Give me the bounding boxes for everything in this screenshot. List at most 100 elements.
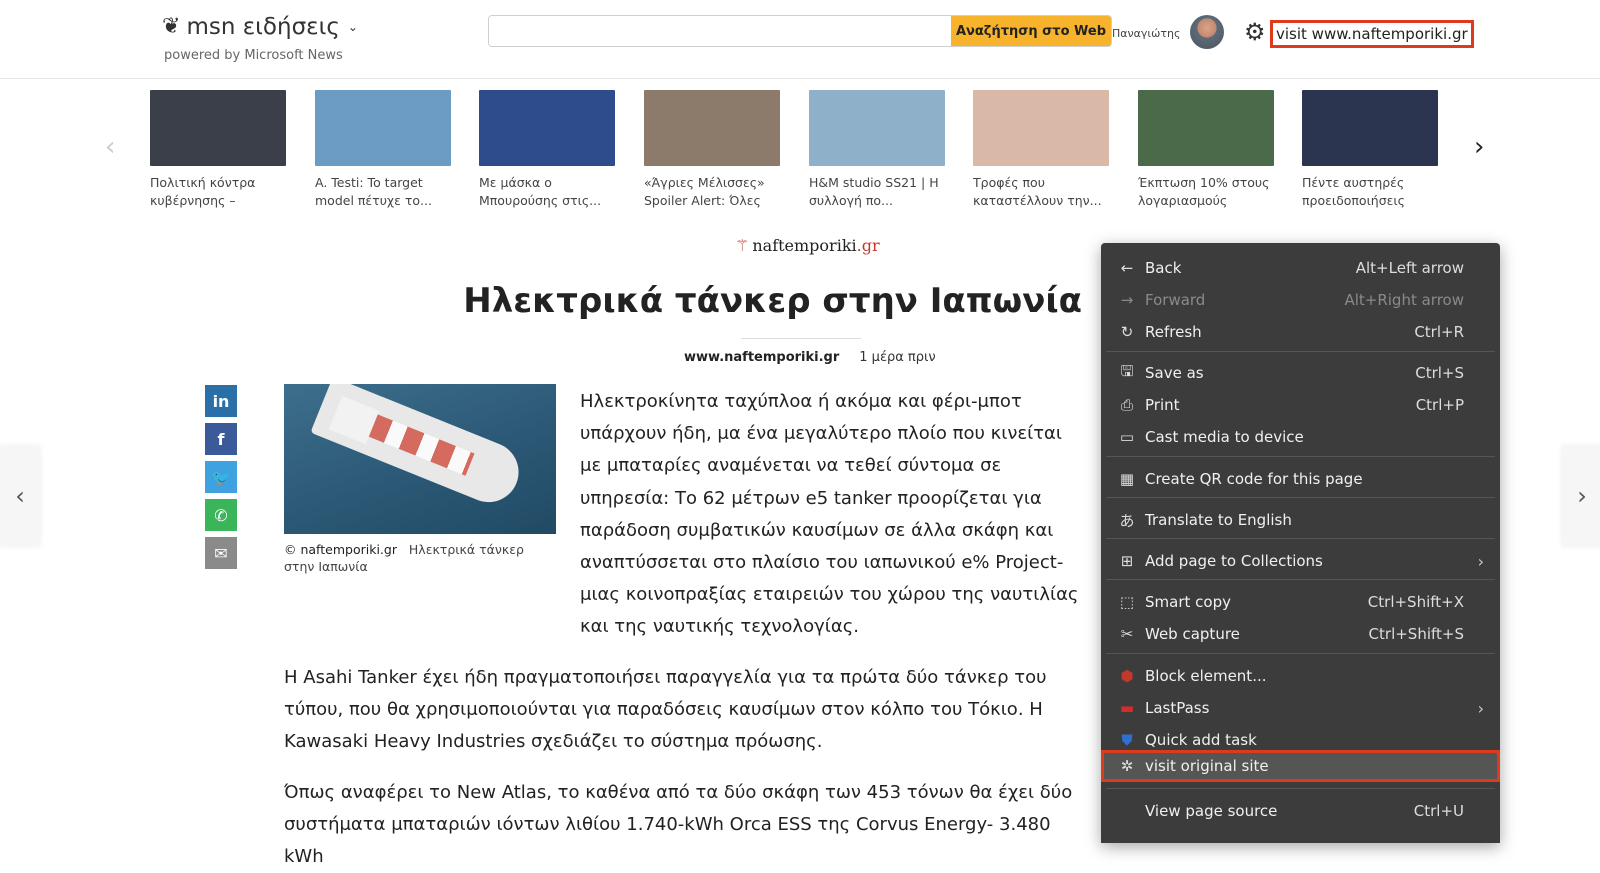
menu-item-label: Cast media to device [1145, 428, 1304, 446]
collections-icon: ⊞ [1120, 552, 1134, 570]
menu-item-shortcut: Ctrl+U [1413, 802, 1464, 820]
carousel-thumbnail [973, 90, 1109, 166]
carousel-thumbnail [1138, 90, 1274, 166]
submenu-chevron-icon: › [1477, 698, 1484, 718]
menu-item-label: View page source [1145, 802, 1278, 820]
web-capture-icon: ✂ [1120, 625, 1134, 643]
visit-site-link[interactable]: visit www.naftemporiki.gr [1270, 20, 1474, 48]
menu-item-view-source[interactable]: View page source Ctrl+U [1101, 796, 1500, 826]
powered-by: powered by Microsoft News [164, 48, 343, 63]
menu-item-shortcut: Ctrl+P [1415, 396, 1464, 414]
menu-item-print[interactable]: ⎙ Print Ctrl+P [1101, 390, 1500, 420]
carousel-thumbnail [1302, 90, 1438, 166]
carousel-caption: Με μάσκα ο Μπουρούσης στις... [479, 175, 602, 208]
carousel-item[interactable]: Τροφές που καταστέλλουν την... [973, 90, 1109, 210]
chevron-down-icon[interactable]: ⌄ [348, 20, 358, 34]
web-search-button[interactable]: Αναζήτηση στο Web [951, 16, 1111, 46]
menu-separator [1106, 579, 1495, 580]
gear-icon[interactable]: ⚙ [1244, 20, 1266, 44]
source-logo-tld: .gr [856, 236, 880, 255]
menu-item-shortcut: Alt+Left arrow [1355, 259, 1464, 277]
email-share-icon[interactable]: ✉ [205, 537, 237, 569]
linkedin-share-icon[interactable]: in [205, 385, 237, 417]
carousel-item[interactable]: Έκπτωση 10% στους λογαριασμούς όσων... [1138, 90, 1274, 210]
image-caption: © naftemporiki.gr Ηλεκτρικά τάνκερ στην … [284, 541, 554, 575]
carousel-thumbnail [809, 90, 945, 166]
menu-item-save-as[interactable]: 🖫 Save as Ctrl+S [1101, 358, 1500, 388]
twitter-share-icon[interactable]: 🐦 [205, 461, 237, 493]
article-paragraph: Όπως αναφέρει το New Atlas, το καθένα απ… [284, 782, 1073, 867]
carousel-item[interactable]: H&M studio SS21 | Η συλλογή πο... [809, 90, 945, 210]
carousel-item[interactable]: A. Testi: To target model πέτυχε το... [315, 90, 451, 210]
lastpass-icon: ▬ [1119, 699, 1135, 717]
menu-item-translate[interactable]: あ Translate to English [1101, 505, 1500, 535]
search-input[interactable] [489, 16, 951, 46]
carousel-item[interactable]: Με μάσκα ο Μπουρούσης στις... [479, 90, 615, 210]
cast-icon: ▭ [1119, 428, 1135, 446]
menu-item-label: LastPass [1145, 699, 1210, 717]
source-logo[interactable]: ⚚ naftemporiki.gr [735, 236, 880, 255]
carousel-caption: Πέντε αυστηρές προειδοποιήσεις από... [1302, 175, 1405, 208]
chevron-right-icon[interactable]: › [1474, 132, 1484, 162]
previous-article-button[interactable]: ‹ [0, 446, 40, 546]
chevron-left-icon[interactable]: ‹ [105, 132, 115, 162]
carousel-item[interactable]: Πέντε αυστηρές προειδοποιήσεις από... [1302, 90, 1438, 210]
menu-item-label: Forward [1145, 291, 1206, 309]
save-icon: 🖫 [1120, 361, 1134, 380]
menu-item-block-element[interactable]: ⬢ Block element... [1101, 661, 1500, 691]
msn-logo[interactable]: ❦ msn ειδήσεις ⌄ [162, 14, 358, 40]
smart-copy-icon: ⬚ [1119, 593, 1135, 611]
avatar[interactable] [1190, 15, 1224, 49]
page-title: Ηλεκτρικά τάνκερ στην Ιαπωνία [463, 281, 1082, 321]
brand-name: msn ειδήσεις [186, 14, 340, 40]
menu-item-shortcut: Ctrl+Shift+S [1368, 625, 1464, 643]
menu-item-back[interactable]: ← Back Alt+Left arrow [1101, 253, 1500, 283]
article-source[interactable]: www.naftemporiki.gr [684, 350, 839, 365]
carousel-item[interactable]: «Άγριες Μέλισσες» Spoiler Alert: Όλες οι… [644, 90, 780, 210]
carousel-caption: H&M studio SS21 | Η συλλογή πο... [809, 175, 939, 208]
facebook-share-icon[interactable]: f [205, 423, 237, 455]
menu-item-forward[interactable]: → Forward Alt+Right arrow [1101, 285, 1500, 315]
carousel-thumbnail [315, 90, 451, 166]
context-menu: ← Back Alt+Left arrow → Forward Alt+Righ… [1101, 243, 1500, 843]
menu-item-smart-copy[interactable]: ⬚ Smart copy Ctrl+Shift+X [1101, 587, 1500, 617]
submenu-chevron-icon: › [1477, 551, 1484, 571]
menu-item-collections[interactable]: ⊞ Add page to Collections › [1101, 546, 1500, 576]
menu-separator [1106, 497, 1495, 498]
forward-arrow-icon: → [1120, 291, 1134, 309]
article-image[interactable] [284, 384, 556, 534]
extension-icon: ✲ [1120, 757, 1134, 775]
carousel-caption: Τροφές που καταστέλλουν την... [973, 175, 1102, 208]
byline: www.naftemporiki.gr 1 μέρα πριν [684, 350, 936, 365]
menu-separator [1106, 351, 1495, 352]
carousel-item[interactable]: Πολιτική κόντρα κυβέρνησης – ΣΥΡΙΖΑ... [150, 90, 286, 210]
menu-item-shortcut: Ctrl+Shift+X [1367, 593, 1464, 611]
ublock-icon: ⬢ [1120, 667, 1134, 685]
menu-item-label: Back [1145, 259, 1182, 277]
next-article-button[interactable]: › [1562, 446, 1600, 546]
menu-item-label: Add page to Collections [1145, 552, 1323, 570]
carousel-thumbnail [479, 90, 615, 166]
article-paragraph: Η Asahi Tanker έχει ήδη πραγματοποιήσει … [284, 667, 1047, 752]
carousel-thumbnail [644, 90, 780, 166]
title-divider [741, 338, 861, 339]
menu-item-label: Web capture [1145, 625, 1240, 643]
task-shield-icon: ⛊ [1121, 731, 1133, 749]
menu-item-lastpass[interactable]: ▬ LastPass › [1101, 693, 1500, 723]
menu-item-label: Refresh [1145, 323, 1202, 341]
print-icon: ⎙ [1120, 396, 1133, 414]
menu-item-shortcut: Ctrl+S [1415, 364, 1464, 382]
menu-item-label: Create QR code for this page [1145, 470, 1363, 488]
menu-item-qr-code[interactable]: ▦ Create QR code for this page [1101, 464, 1500, 494]
whatsapp-share-icon[interactable]: ✆ [205, 499, 237, 531]
user-name[interactable]: Παναγιώτης [1112, 27, 1180, 40]
menu-item-web-capture[interactable]: ✂ Web capture Ctrl+Shift+S [1101, 619, 1500, 649]
menu-separator [1106, 788, 1495, 789]
msn-header: ❦ msn ειδήσεις ⌄ powered by Microsoft Ne… [0, 0, 1600, 79]
menu-item-cast[interactable]: ▭ Cast media to device [1101, 422, 1500, 452]
msn-butterfly-icon: ❦ [162, 14, 181, 39]
menu-item-label: Block element... [1145, 667, 1267, 685]
menu-item-refresh[interactable]: ↻ Refresh Ctrl+R [1101, 317, 1500, 347]
back-arrow-icon: ← [1120, 259, 1134, 277]
menu-item-visit-original-site[interactable]: ✲ visit original site [1101, 750, 1500, 782]
